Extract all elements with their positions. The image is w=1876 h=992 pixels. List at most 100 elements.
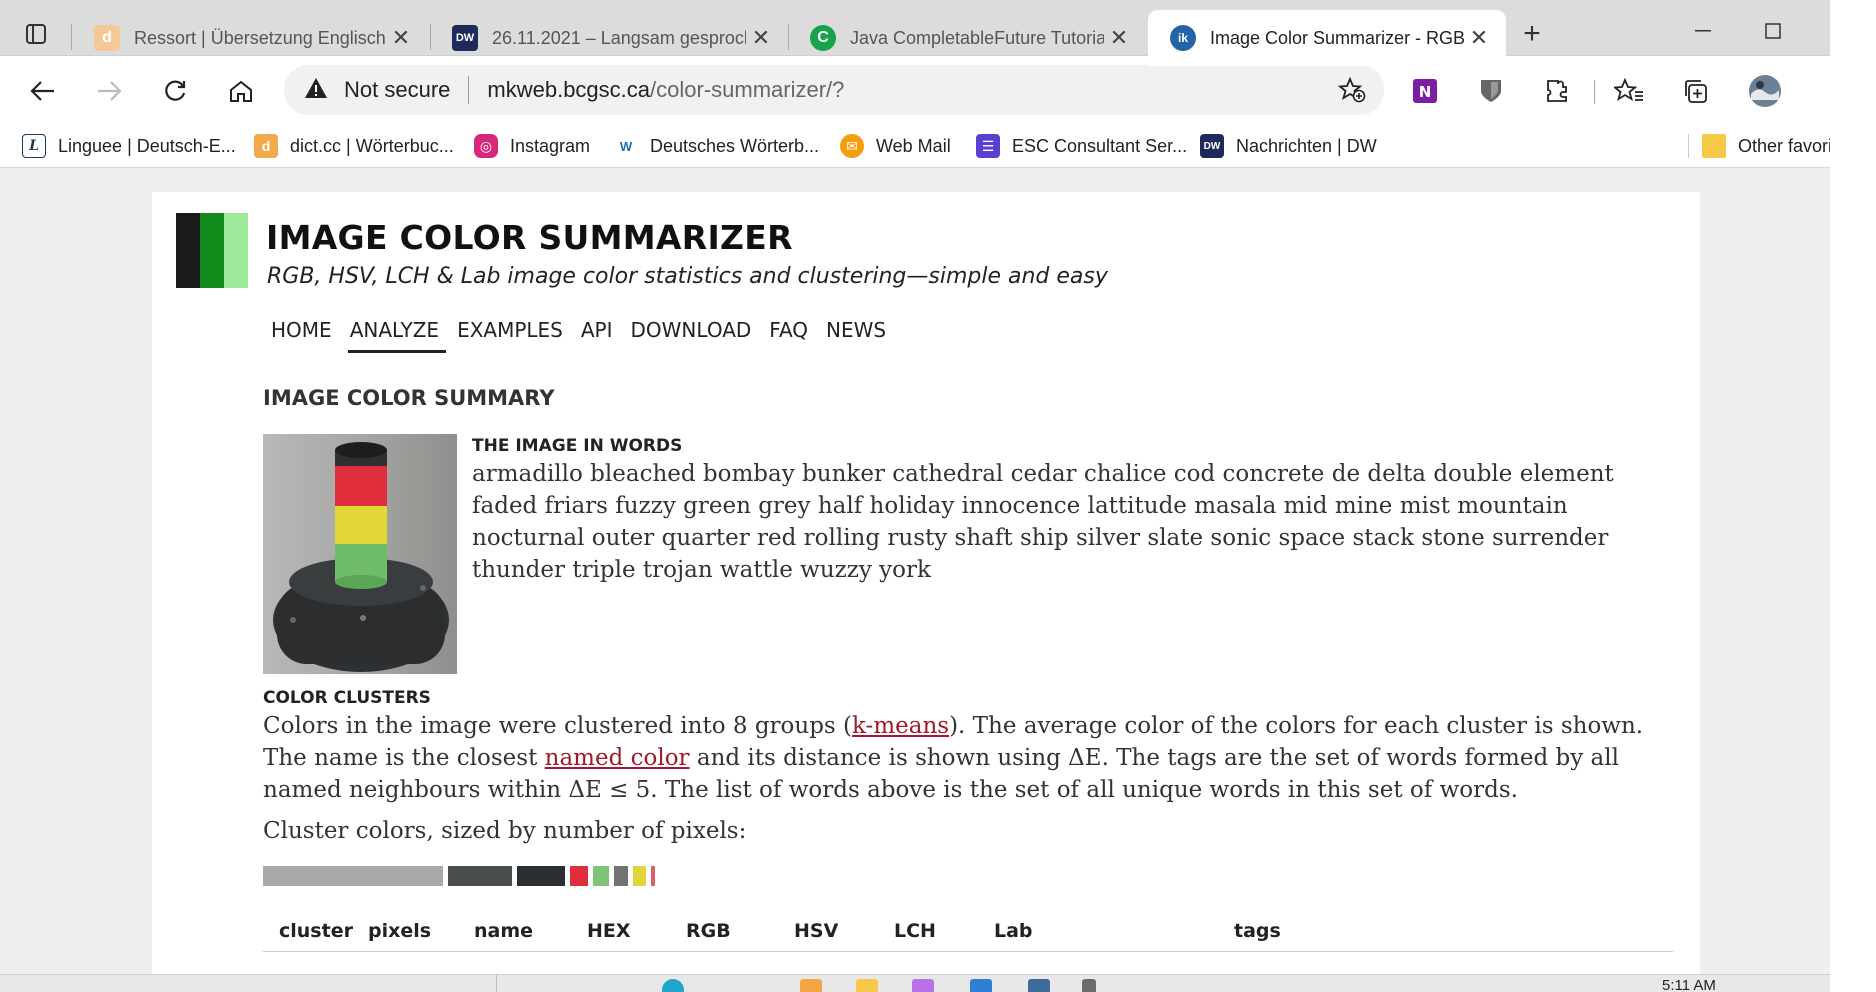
cluster-swatch xyxy=(651,866,655,886)
taskbar-app-icon[interactable] xyxy=(970,979,992,992)
tab-title: 26.11.2021 – Langsam gesproche xyxy=(492,27,746,48)
minimize-icon[interactable] xyxy=(1678,14,1728,48)
bookmark-dictcc[interactable]: d dict.cc | Wörterbuc... xyxy=(254,130,454,162)
close-icon[interactable]: ✕ xyxy=(386,25,416,51)
taskbar-app-icon[interactable] xyxy=(1028,979,1050,992)
add-favorite-icon[interactable] xyxy=(1337,76,1366,108)
callicoder-icon: C xyxy=(810,25,836,51)
tab-image-color-summarizer[interactable]: ik Image Color Summarizer - RGB a ✕ xyxy=(1148,10,1506,66)
bookmark-dwds[interactable]: W Deutsches Wörterb... xyxy=(614,130,819,162)
dw-icon: DW xyxy=(1200,134,1224,158)
chevron-up-icon[interactable] xyxy=(1082,979,1096,992)
col-hsv: HSV xyxy=(794,920,839,942)
tab-title: Image Color Summarizer - RGB a xyxy=(1210,27,1464,48)
col-name: name xyxy=(474,920,534,942)
col-cluster: cluster xyxy=(279,920,353,942)
favorites-icon[interactable] xyxy=(1608,70,1650,112)
collections-icon[interactable] xyxy=(1674,70,1716,112)
close-icon[interactable]: ✕ xyxy=(1104,25,1134,51)
cluster-swatch-bar xyxy=(263,866,655,886)
warning-icon[interactable] xyxy=(304,77,328,104)
cluster-swatch xyxy=(633,866,646,886)
tab-title: Ressort | Übersetzung Englisch-D xyxy=(134,27,386,48)
col-pixels: pixels xyxy=(368,920,432,942)
cluster-table-header: cluster pixels name HEX RGB HSV LCH Lab … xyxy=(263,914,1673,952)
cluster-swatch xyxy=(263,866,443,886)
nav-home[interactable]: HOME xyxy=(269,314,339,353)
new-tab-icon[interactable]: + xyxy=(1512,14,1552,54)
address-bar[interactable]: Not secure mkweb.bcgsc.ca/color-summariz… xyxy=(284,65,1384,115)
logo-stripe xyxy=(224,213,248,288)
tab-title: Java CompletableFuture Tutorial xyxy=(850,27,1104,48)
home-icon[interactable] xyxy=(218,68,264,114)
dictcc-icon: d xyxy=(94,25,120,51)
instagram-icon: ◎ xyxy=(474,134,498,158)
profile-avatar[interactable] xyxy=(1744,70,1786,112)
refresh-icon[interactable] xyxy=(152,68,198,114)
nav-examples[interactable]: EXAMPLES xyxy=(455,314,570,353)
tab-actions-icon[interactable] xyxy=(16,14,56,54)
analyzed-image xyxy=(263,434,457,674)
security-status[interactable]: Not secure xyxy=(344,77,450,103)
image-in-words-heading: THE IMAGE IN WORDS xyxy=(472,436,683,456)
nav-download[interactable]: DOWNLOAD xyxy=(629,314,759,353)
taskbar-app-icon[interactable] xyxy=(800,979,822,992)
back-icon[interactable] xyxy=(20,68,66,114)
cluster-swatch xyxy=(614,866,628,886)
taskbar-app-icon[interactable] xyxy=(912,979,934,992)
browser-toolbar: Not secure mkweb.bcgsc.ca/color-summariz… xyxy=(0,56,1835,124)
logo-stripe xyxy=(200,213,224,288)
col-lab: Lab xyxy=(994,920,1033,942)
cluster-swatch xyxy=(570,866,588,886)
os-taskbar: 5:11 AM xyxy=(0,974,1830,992)
col-rgb: RGB xyxy=(686,920,731,942)
close-icon[interactable]: ✕ xyxy=(1464,25,1494,51)
onenote-icon[interactable]: N xyxy=(1404,70,1446,112)
nav-analyze[interactable]: ANALYZE xyxy=(347,314,447,353)
col-hex: HEX xyxy=(587,920,631,942)
nav-news[interactable]: NEWS xyxy=(824,314,893,353)
kmeans-link[interactable]: k-means xyxy=(852,713,949,739)
extensions-icon[interactable] xyxy=(1536,70,1578,112)
linguee-icon: L xyxy=(22,134,46,158)
cluster-sizes-label: Cluster colors, sized by number of pixel… xyxy=(263,818,747,844)
forward-icon[interactable] xyxy=(86,68,132,114)
bookmark-instagram[interactable]: ◎ Instagram xyxy=(474,130,590,162)
site-tagline: RGB, HSV, LCH & Lab image color statisti… xyxy=(267,264,1108,289)
dwds-icon: W xyxy=(614,134,638,158)
dictcc-icon: d xyxy=(254,134,278,158)
site-logo[interactable] xyxy=(176,213,248,288)
bcgsc-icon: ik xyxy=(1170,25,1196,51)
bookmark-dw[interactable]: DW Nachrichten | DW xyxy=(1200,130,1377,162)
cluster-swatch xyxy=(448,866,512,886)
logo-stripe xyxy=(176,213,200,288)
content-card: IMAGE COLOR SUMMARIZER RGB, HSV, LCH & L… xyxy=(152,192,1700,974)
maximize-icon[interactable] xyxy=(1748,14,1798,48)
browser-tab-bar: d Ressort | Übersetzung Englisch-D ✕ DW … xyxy=(0,0,1830,66)
nav-api[interactable]: API xyxy=(579,314,620,353)
other-favorites[interactable]: Other favori xyxy=(1702,130,1832,162)
named-color-link[interactable]: named color xyxy=(545,745,690,771)
folder-icon xyxy=(1702,134,1726,158)
svg-text:N: N xyxy=(1419,83,1432,101)
main-nav: HOME ANALYZE EXAMPLES API DOWNLOAD FAQ N… xyxy=(269,314,902,353)
taskbar-app-icon[interactable] xyxy=(856,979,878,992)
page-viewport: IMAGE COLOR SUMMARIZER RGB, HSV, LCH & L… xyxy=(0,168,1830,974)
webmail-icon: ✉ xyxy=(840,134,864,158)
col-tags: tags xyxy=(1234,920,1281,942)
bitwarden-icon[interactable] xyxy=(1470,70,1512,112)
color-clusters-heading: COLOR CLUSTERS xyxy=(263,688,431,708)
bookmark-linguee[interactable]: L Linguee | Deutsch-E... xyxy=(22,130,236,162)
bookmark-esc[interactable]: ☰ ESC Consultant Ser... xyxy=(976,130,1187,162)
site-title[interactable]: IMAGE COLOR SUMMARIZER xyxy=(266,218,793,257)
cluster-swatch xyxy=(593,866,609,886)
taskbar-app-icon[interactable] xyxy=(662,979,684,992)
dw-icon: DW xyxy=(452,25,478,51)
close-icon[interactable]: ✕ xyxy=(746,25,776,51)
bookmark-webmail[interactable]: ✉ Web Mail xyxy=(840,130,951,162)
nav-faq[interactable]: FAQ xyxy=(767,314,815,353)
window-edge xyxy=(1830,0,1876,992)
taskbar-clock[interactable]: 5:11 AM xyxy=(1662,977,1716,992)
url-path: /color-summarizer/? xyxy=(650,77,845,102)
col-lch: LCH xyxy=(894,920,936,942)
